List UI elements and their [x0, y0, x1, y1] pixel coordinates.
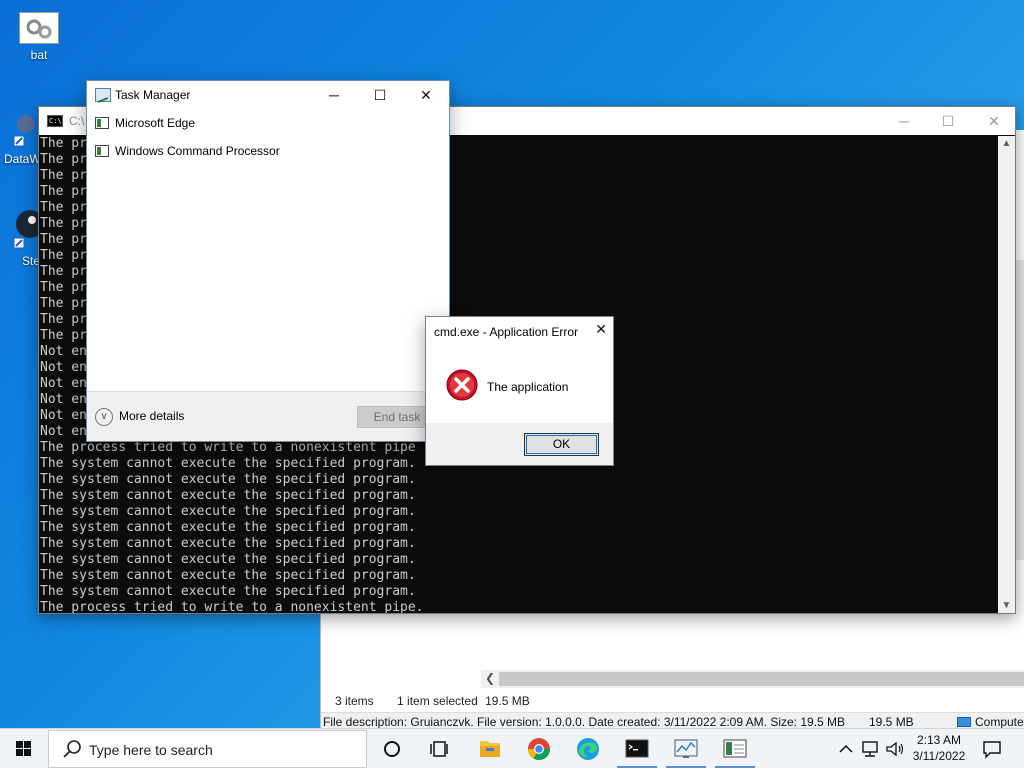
- tray-chevron[interactable]: [836, 739, 856, 768]
- monitor-chart-icon: [674, 739, 698, 758]
- console-scrollbar[interactable]: ▲ ▼: [998, 136, 1015, 613]
- search-box[interactable]: Type here to search: [48, 730, 367, 768]
- folder-icon: [480, 741, 500, 757]
- terminal-icon: [625, 739, 649, 758]
- task-view-icon: [430, 741, 448, 757]
- search-icon: [63, 740, 81, 758]
- horizontal-scrollbar[interactable]: ❮: [481, 670, 1024, 688]
- more-details-button[interactable]: ∨ More details: [95, 408, 184, 426]
- batch-file-icon: [19, 12, 59, 44]
- edge-taskbar-button[interactable]: [564, 729, 612, 768]
- chrome-taskbar-button[interactable]: [515, 729, 563, 768]
- clock-date: 3/11/2022: [912, 749, 966, 763]
- close-icon[interactable]: ✕: [595, 321, 607, 338]
- tm-title: Task Manager: [115, 88, 191, 102]
- status-bar: 3 items 1 item selected 19.5 MB: [321, 690, 1024, 712]
- file-details: File description: Gruianczvk. File versi…: [323, 715, 846, 729]
- selection-size: 19.5 MB: [485, 694, 530, 708]
- console-line: The system cannot execute the specified …: [40, 488, 416, 503]
- app-name: Windows Command Processor: [115, 144, 280, 158]
- maximize-button[interactable]: ☐: [357, 81, 403, 109]
- tm-titlebar[interactable]: Task Manager ─ ☐ ✕: [87, 81, 449, 109]
- start-button[interactable]: [0, 729, 48, 768]
- chevron-down-icon: ∨: [95, 408, 113, 426]
- task-manager-icon: [723, 739, 747, 758]
- window-app-icon: [95, 117, 109, 129]
- desktop-icon-dataw[interactable]: DataW: [0, 108, 41, 166]
- computer-location: Compute: [957, 715, 1024, 729]
- chrome-icon: [528, 738, 550, 760]
- network-button[interactable]: [860, 739, 882, 768]
- console-line: The system cannot execute the specified …: [40, 504, 416, 519]
- console-line: The system cannot execute the specified …: [40, 584, 416, 599]
- edge-icon: [577, 738, 599, 760]
- speaker-icon: [886, 741, 904, 757]
- clock-time: 2:13 AM: [916, 733, 962, 747]
- console-line: The system cannot execute the specified …: [40, 520, 416, 535]
- explorer-scrollbar[interactable]: [1016, 260, 1024, 560]
- dialog-message: The application: [487, 380, 569, 394]
- notification-icon: [983, 741, 1001, 759]
- computer-icon: [957, 717, 971, 727]
- task-manager-window[interactable]: Task Manager ─ ☐ ✕ Microsoft Edge Window…: [86, 80, 450, 442]
- desktop-icon-bat[interactable]: bat: [9, 12, 69, 62]
- selection-count: 1 item selected: [397, 694, 478, 708]
- notifications-button[interactable]: [980, 739, 1004, 768]
- desktop-icon-steam[interactable]: Ste: [0, 206, 44, 268]
- console-line: The system cannot execute the specified …: [40, 472, 416, 487]
- task-manager-icon: [95, 88, 111, 102]
- minimize-button[interactable]: ─: [311, 81, 357, 109]
- scroll-left-icon[interactable]: ❮: [485, 671, 495, 685]
- desktop-icon-label: DataW: [4, 152, 41, 166]
- close-button[interactable]: ✕: [403, 81, 449, 109]
- windows-logo-icon: [16, 741, 31, 756]
- scroll-thumb[interactable]: [499, 672, 1024, 686]
- search-placeholder: Type here to search: [89, 742, 213, 758]
- app-name: Microsoft Edge: [115, 116, 196, 130]
- console-line: The system cannot execute the specified …: [40, 552, 416, 567]
- file-explorer-taskbar-button[interactable]: [466, 729, 514, 768]
- minimize-button[interactable]: ─: [881, 107, 927, 135]
- details-size: 19.5 MB: [869, 715, 914, 729]
- taskbar: Type here to search 2:13 AM 3/11/2022: [0, 728, 1024, 768]
- clock[interactable]: 2:13 AM 3/11/2022: [906, 732, 972, 764]
- application-error-dialog[interactable]: cmd.exe - Application Error ✕ The applic…: [425, 316, 614, 466]
- desktop-icon-label: bat: [30, 48, 48, 62]
- task-view-icon-button[interactable]: [416, 729, 464, 768]
- item-count: 3 items: [335, 694, 374, 708]
- console-line: The system cannot execute the specified …: [40, 536, 416, 551]
- volume-button[interactable]: [884, 739, 906, 768]
- chevron-up-icon: [839, 744, 853, 753]
- tm-footer: ∨ More details End task: [87, 391, 449, 441]
- console-line: The process tried to write to a nonexist…: [40, 600, 424, 613]
- window-app-icon: [95, 145, 109, 157]
- dialog-button-bar: OK: [426, 423, 613, 465]
- console-line: The system cannot execute the specified …: [40, 568, 416, 583]
- cmd-title: C:\: [69, 114, 85, 128]
- maximize-button[interactable]: ☐: [925, 107, 971, 135]
- error-icon: [446, 369, 478, 401]
- scroll-down-icon[interactable]: ▼: [998, 600, 1015, 611]
- app-row-edge[interactable]: Microsoft Edge: [87, 109, 449, 137]
- cmd-icon: C:\: [47, 115, 63, 127]
- close-button[interactable]: ✕: [971, 107, 1017, 135]
- network-icon: [862, 741, 878, 757]
- dialog-title: cmd.exe - Application Error: [434, 325, 579, 339]
- task-view-button[interactable]: [368, 729, 416, 768]
- app-row-cmd[interactable]: Windows Command Processor: [87, 137, 449, 165]
- perf-monitor-taskbar-button[interactable]: [662, 729, 710, 768]
- cmd-taskbar-button[interactable]: [613, 729, 661, 768]
- cortana-circle-icon: [384, 741, 400, 757]
- scroll-up-icon[interactable]: ▲: [998, 138, 1015, 149]
- ok-button[interactable]: OK: [524, 433, 599, 456]
- task-manager-taskbar-button[interactable]: [711, 729, 759, 768]
